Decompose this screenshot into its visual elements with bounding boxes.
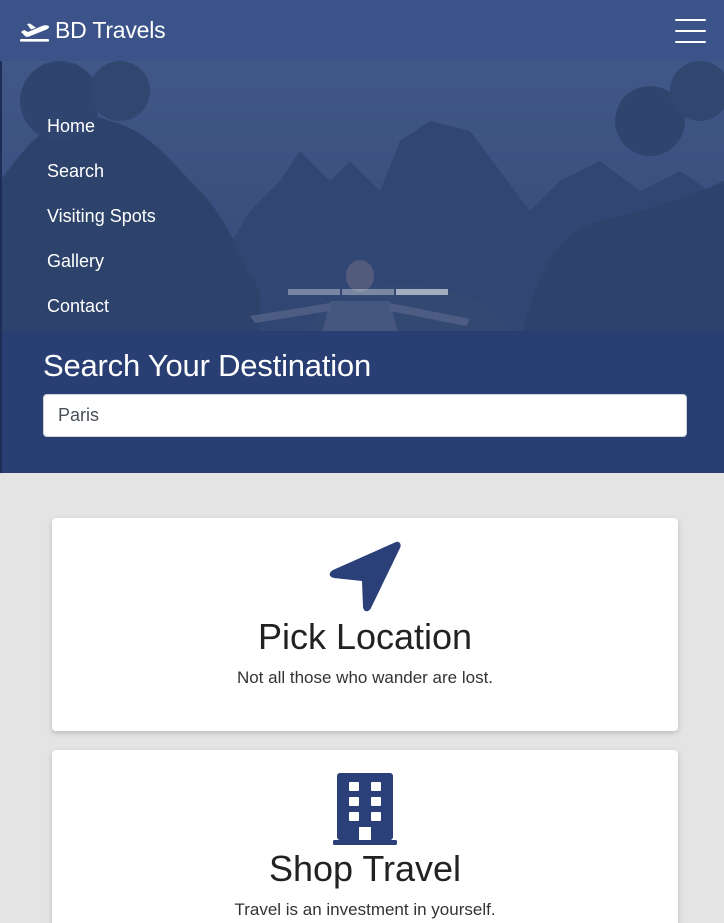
carousel-indicators: [288, 289, 448, 295]
nav-link-visiting-spots[interactable]: Visiting Spots: [47, 205, 156, 227]
nav-link-contact[interactable]: Contact: [47, 295, 109, 317]
menu-line: [675, 40, 706, 43]
search-heading: Search Your Destination: [43, 348, 372, 383]
search-section: Search Your Destination: [43, 348, 687, 437]
hero-carousel: Home Search Visiting Spots Gallery Conta…: [0, 61, 724, 473]
brand[interactable]: BD Travels: [19, 17, 166, 44]
menu-line: [675, 29, 706, 32]
nav-link-search[interactable]: Search: [47, 160, 104, 182]
nav-item-search: Search: [47, 160, 156, 205]
nav-link-gallery[interactable]: Gallery: [47, 250, 104, 272]
building-icon: [333, 773, 397, 845]
location-arrow-icon: [329, 541, 401, 612]
page: BD Travels Home Search Visiting Spots Ga…: [0, 0, 724, 923]
pick-location-card: Pick Location Not all those who wander a…: [52, 518, 678, 731]
destination-search-input[interactable]: [43, 394, 687, 437]
shop-travel-card: Shop Travel Travel is an investment in y…: [52, 750, 678, 923]
card-text: Travel is an investment in yourself.: [234, 900, 496, 919]
carousel-indicator-3[interactable]: [396, 289, 448, 295]
carousel-indicator-2[interactable]: [342, 289, 394, 295]
nav-item-contact: Contact: [47, 295, 156, 340]
card-title: Pick Location: [257, 616, 473, 657]
menu-line: [675, 18, 706, 21]
nav-item-home: Home: [47, 115, 156, 160]
card-title: Shop Travel: [268, 848, 462, 889]
brand-name: BD Travels: [55, 17, 166, 43]
hamburger-menu-icon[interactable]: [675, 18, 706, 43]
nav-item-gallery: Gallery: [47, 250, 156, 295]
card-text: Not all those who wander are lost.: [236, 668, 494, 687]
carousel-indicator-1[interactable]: [288, 289, 340, 295]
top-navbar: BD Travels: [0, 0, 724, 61]
left-border: [0, 61, 2, 473]
nav-link-home[interactable]: Home: [47, 115, 95, 137]
nav-item-visiting-spots: Visiting Spots: [47, 205, 156, 250]
main-nav: Home Search Visiting Spots Gallery Conta…: [47, 115, 156, 340]
plane-departure-icon: [20, 23, 50, 42]
